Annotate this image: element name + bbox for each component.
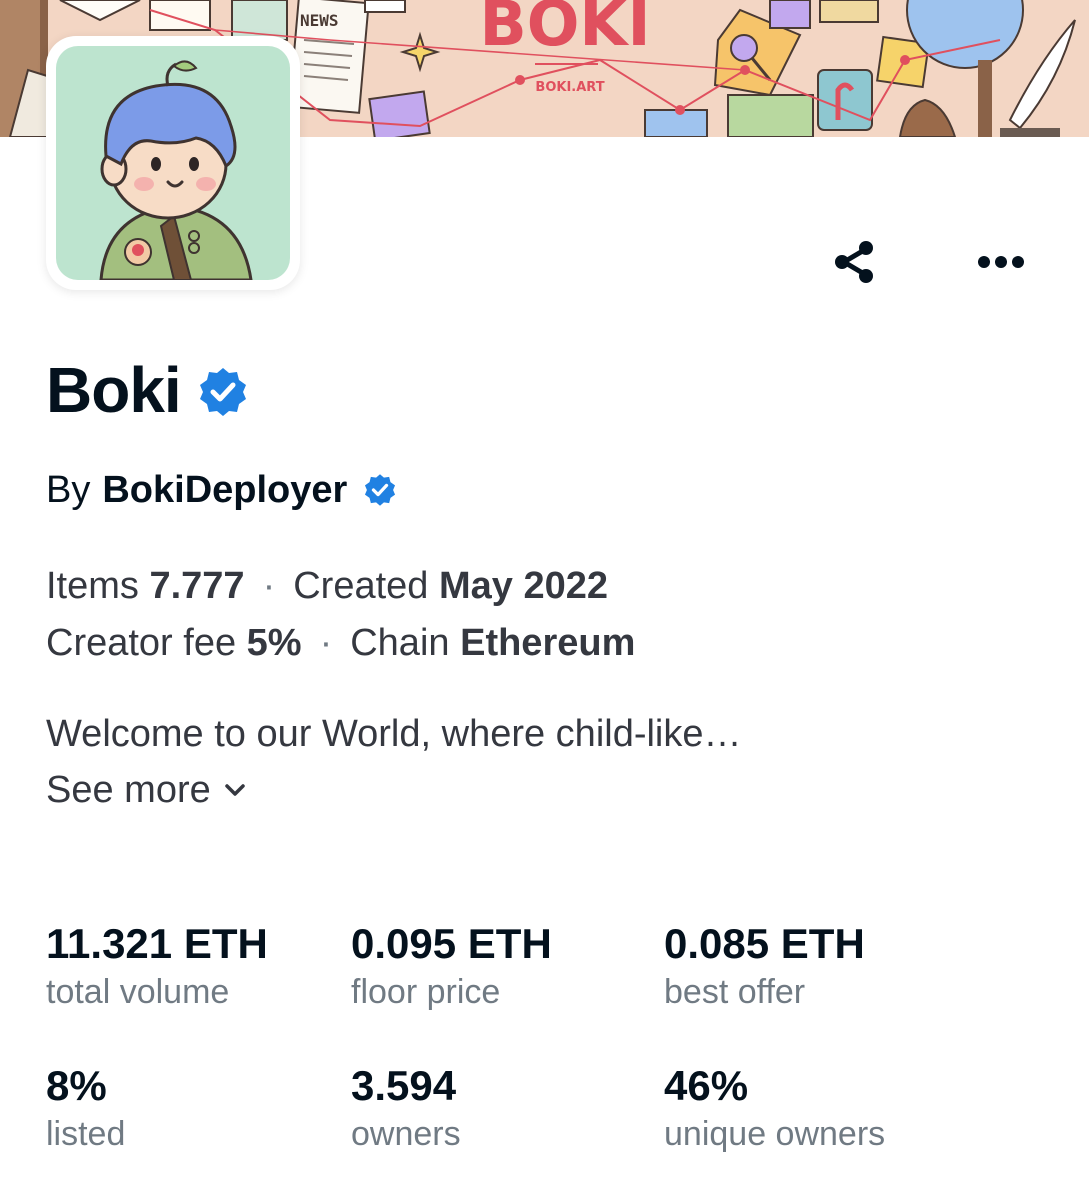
stat-label: listed — [46, 1115, 126, 1153]
stat-label: total volume — [46, 973, 230, 1011]
stat-label: best offer — [664, 973, 806, 1011]
chevron-down-icon — [225, 784, 245, 796]
creator-fee-value: 5% — [246, 622, 302, 664]
created-label: Created — [293, 565, 429, 607]
stat-value: 3.594 — [351, 1062, 457, 1109]
stat-label: owners — [351, 1115, 461, 1153]
banner-logo-sub: BOKI.ART — [535, 80, 604, 95]
created-value: May 2022 — [438, 565, 608, 607]
stat-best-offer: 0.085 ETH best offer — [664, 918, 865, 1014]
stat-label: unique owners — [664, 1115, 886, 1153]
share-icon — [835, 241, 873, 283]
chain-value: Ethereum — [460, 622, 636, 664]
chain-label: Chain — [350, 622, 450, 664]
collection-avatar — [46, 36, 300, 290]
creator-fee-label: Creator fee — [46, 622, 237, 664]
stat-label: floor price — [351, 973, 501, 1011]
stat-unique-owners: 46% unique owners — [664, 1060, 885, 1156]
stat-total-volume: 11.321 ETH total volume — [46, 918, 268, 1014]
verified-badge-icon — [199, 368, 246, 416]
stat-value: 11.321 ETH — [46, 920, 268, 967]
stat-owners: 3.594 owners — [351, 1060, 461, 1156]
banner-logo: BOKI — [479, 0, 650, 60]
avatar-image — [56, 46, 290, 280]
collection-name: Boki — [46, 354, 182, 426]
stat-value: 46% — [664, 1062, 749, 1109]
share-button[interactable] — [826, 234, 882, 290]
stat-value: 0.095 ETH — [351, 920, 552, 967]
meta-separator: · — [319, 622, 333, 664]
stat-value: 0.085 ETH — [664, 920, 865, 967]
creator-verified-icon — [365, 474, 396, 506]
meta-row-fee-chain: Creator fee 5% · Chain Ethereum — [46, 619, 635, 667]
collection-description: Welcome to our World, where child-like… — [46, 713, 742, 755]
more-options-button[interactable] — [973, 234, 1029, 290]
by-label: By — [46, 469, 91, 511]
see-more-button[interactable]: See more — [46, 766, 247, 814]
creator-link[interactable]: BokiDeployer — [102, 466, 347, 514]
creator-row: By BokiDeployer — [46, 466, 397, 514]
stat-floor-price: 0.095 ETH floor price — [351, 918, 552, 1014]
banner-news-label: NEWS — [300, 11, 339, 30]
items-label: Items — [46, 565, 139, 607]
meta-separator: · — [262, 565, 276, 607]
stat-listed: 8% listed — [46, 1060, 125, 1156]
items-value: 7.777 — [149, 565, 245, 607]
stat-value: 8% — [46, 1062, 107, 1109]
collection-title-row: Boki — [46, 352, 249, 428]
meta-row-items-created: Items 7.777 · Created May 2022 — [46, 562, 608, 610]
see-more-label: See more — [46, 769, 211, 811]
more-horizontal-icon — [978, 256, 1024, 268]
